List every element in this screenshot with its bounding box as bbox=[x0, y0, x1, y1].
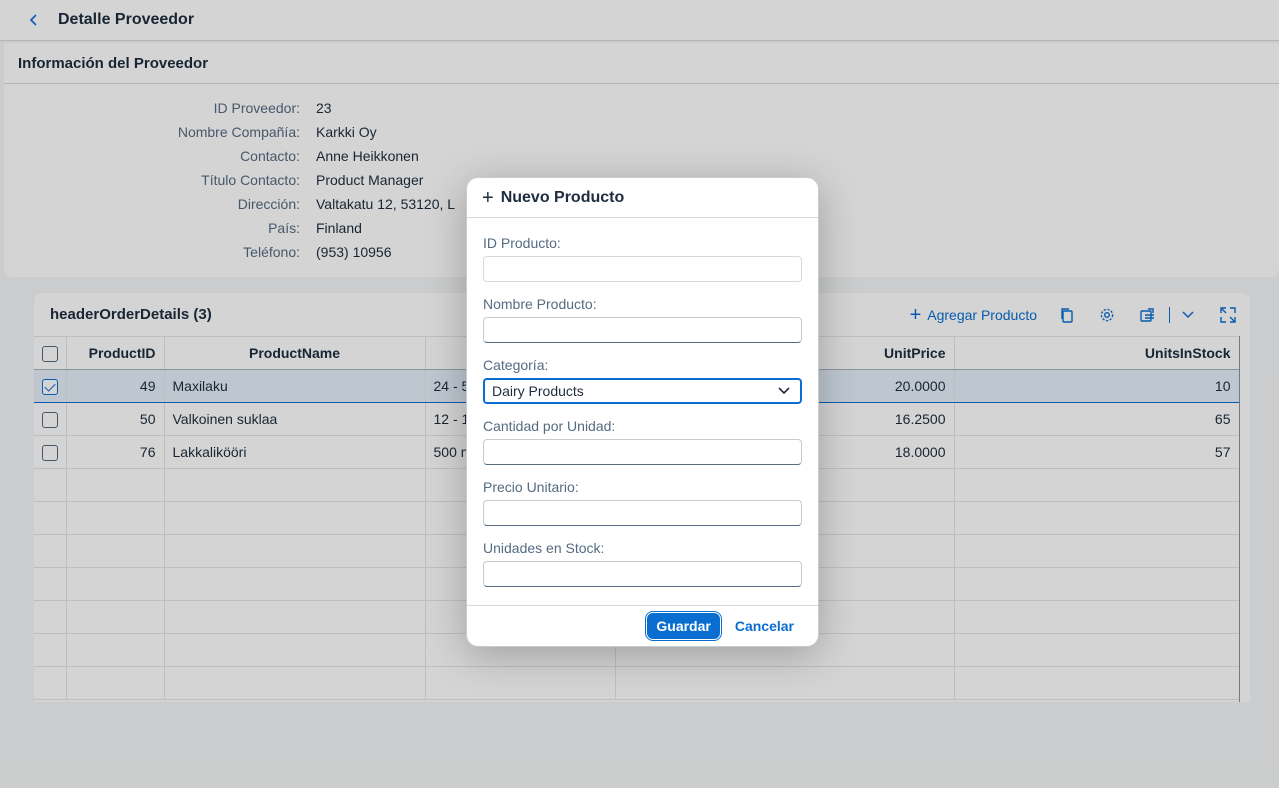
category-field-group: Categoría: Dairy Products bbox=[483, 356, 803, 417]
unit-price-label: Precio Unitario: bbox=[483, 479, 579, 495]
units-in-stock-input[interactable] bbox=[483, 561, 802, 587]
category-select[interactable]: Dairy Products bbox=[483, 378, 802, 404]
product-name-field-group: Nombre Producto: bbox=[483, 295, 803, 356]
category-label: Categoría: bbox=[483, 357, 549, 373]
product-name-label: Nombre Producto: bbox=[483, 296, 597, 312]
cancel-button[interactable]: Cancelar bbox=[728, 613, 801, 639]
quantity-per-unit-label: Cantidad por Unidad: bbox=[483, 418, 616, 434]
quantity-per-unit-field-group: Cantidad por Unidad: bbox=[483, 417, 803, 478]
plus-icon: + bbox=[482, 186, 494, 209]
dialog-title: Nuevo Producto bbox=[500, 188, 625, 206]
unit-price-field-group: Precio Unitario: bbox=[483, 478, 803, 539]
units-in-stock-field-group: Unidades en Stock: bbox=[483, 539, 803, 600]
save-button[interactable]: Guardar bbox=[647, 613, 720, 639]
units-in-stock-label: Unidades en Stock: bbox=[483, 540, 605, 556]
dialog-form: ID Producto: Nombre Producto: Categoría:… bbox=[483, 234, 803, 600]
chevron-down-icon[interactable] bbox=[776, 383, 792, 399]
unit-price-input[interactable] bbox=[483, 500, 802, 526]
product-name-input[interactable] bbox=[483, 317, 802, 343]
new-product-dialog: + Nuevo Producto ID Producto: Nombre Pro… bbox=[466, 177, 819, 647]
product-id-label: ID Producto: bbox=[483, 235, 561, 251]
dialog-footer: Guardar Cancelar bbox=[467, 605, 818, 646]
product-id-field-group: ID Producto: bbox=[483, 234, 803, 295]
product-id-input[interactable] bbox=[483, 256, 802, 282]
dialog-header: + Nuevo Producto bbox=[467, 178, 818, 218]
quantity-per-unit-input[interactable] bbox=[483, 439, 802, 465]
category-selected-value: Dairy Products bbox=[492, 383, 584, 399]
